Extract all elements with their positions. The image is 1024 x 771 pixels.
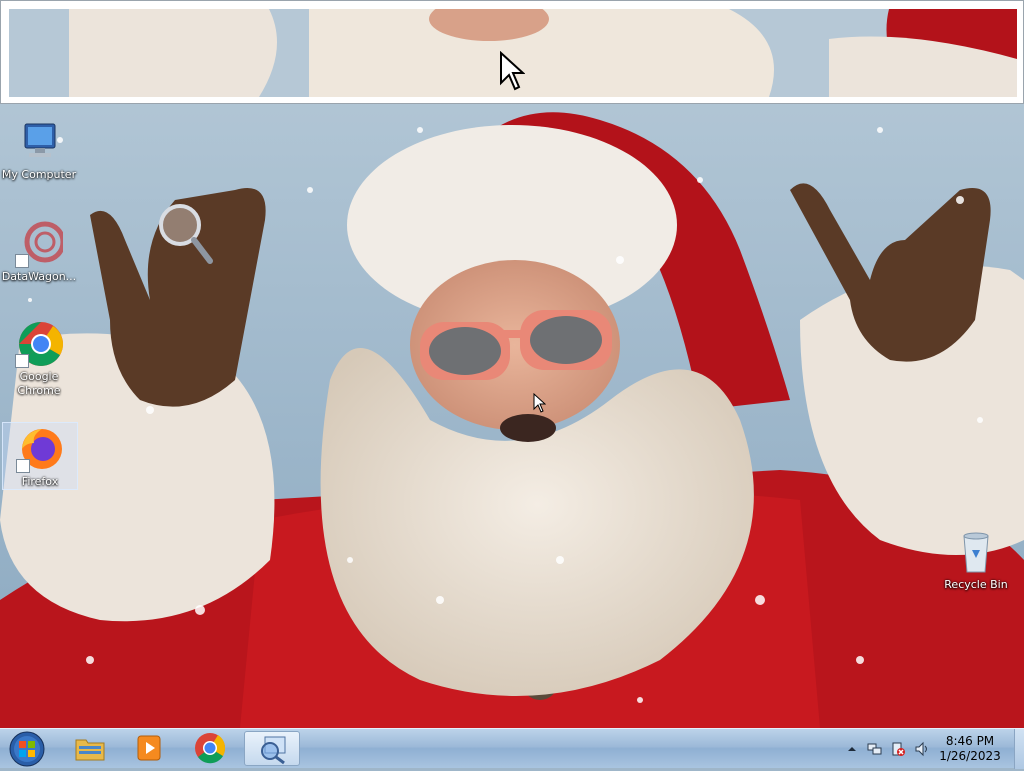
taskbar-magnifier-button[interactable]: [244, 731, 300, 766]
show-desktop-button[interactable]: [1014, 729, 1024, 769]
taskbar-file-explorer-button[interactable]: [62, 731, 118, 766]
firefox-icon: [16, 425, 64, 473]
taskbar-chrome-button[interactable]: [182, 731, 238, 766]
clock-time: 8:46 PM: [945, 734, 995, 748]
network-icon[interactable]: [866, 741, 882, 757]
shortcut-arrow-icon: [15, 354, 29, 368]
desktop-icon-label: Firefox: [21, 475, 59, 488]
chrome-icon: [195, 733, 226, 764]
desktop-icon-firefox[interactable]: Firefox: [2, 422, 78, 490]
volume-icon[interactable]: [914, 741, 930, 757]
show-hidden-icons-icon[interactable]: [844, 741, 860, 757]
mouse-cursor-icon: [533, 393, 546, 413]
desktop-icon-google-chrome[interactable]: Google Chrome: [1, 318, 77, 402]
desktop-icon-datawagon[interactable]: DataWagon...: [1, 218, 77, 284]
desktop-icon-label: My Computer: [1, 168, 77, 181]
shortcut-arrow-icon: [16, 459, 30, 473]
desktop-icon-label: Google Chrome: [17, 370, 61, 397]
action-center-alert-icon[interactable]: [890, 741, 906, 757]
shortcut-arrow-icon: [15, 254, 29, 268]
desktop-icon-my-computer[interactable]: My Computer: [1, 116, 77, 182]
taskbar-media-player-button[interactable]: [122, 731, 178, 766]
magnifier-docked-view: [0, 0, 1024, 104]
magnifier-icon: [261, 736, 286, 765]
file-explorer-icon: [75, 739, 105, 761]
magnified-cursor-icon: [500, 51, 525, 91]
desktop-icon-recycle-bin[interactable]: Recycle Bin: [938, 526, 1014, 592]
desktop-icon-label: DataWagon...: [1, 270, 77, 283]
media-player-icon: [137, 735, 161, 761]
clock[interactable]: 8:46 PM 1/26/2023: [930, 734, 1010, 764]
computer-icon: [15, 118, 63, 166]
recycle-bin-icon: [952, 528, 1000, 576]
datawagon-icon: [15, 220, 66, 268]
chrome-icon: [15, 320, 63, 368]
desktop-wallpaper: [0, 0, 1024, 728]
clock-date: 1/26/2023: [939, 749, 1001, 763]
magnifier-lens-icon: [159, 204, 213, 264]
desktop-icon-label: Recycle Bin: [944, 578, 1008, 591]
windows-start-orb-icon[interactable]: [5, 730, 49, 768]
taskbar: 8:46 PM 1/26/2023: [0, 728, 1024, 769]
